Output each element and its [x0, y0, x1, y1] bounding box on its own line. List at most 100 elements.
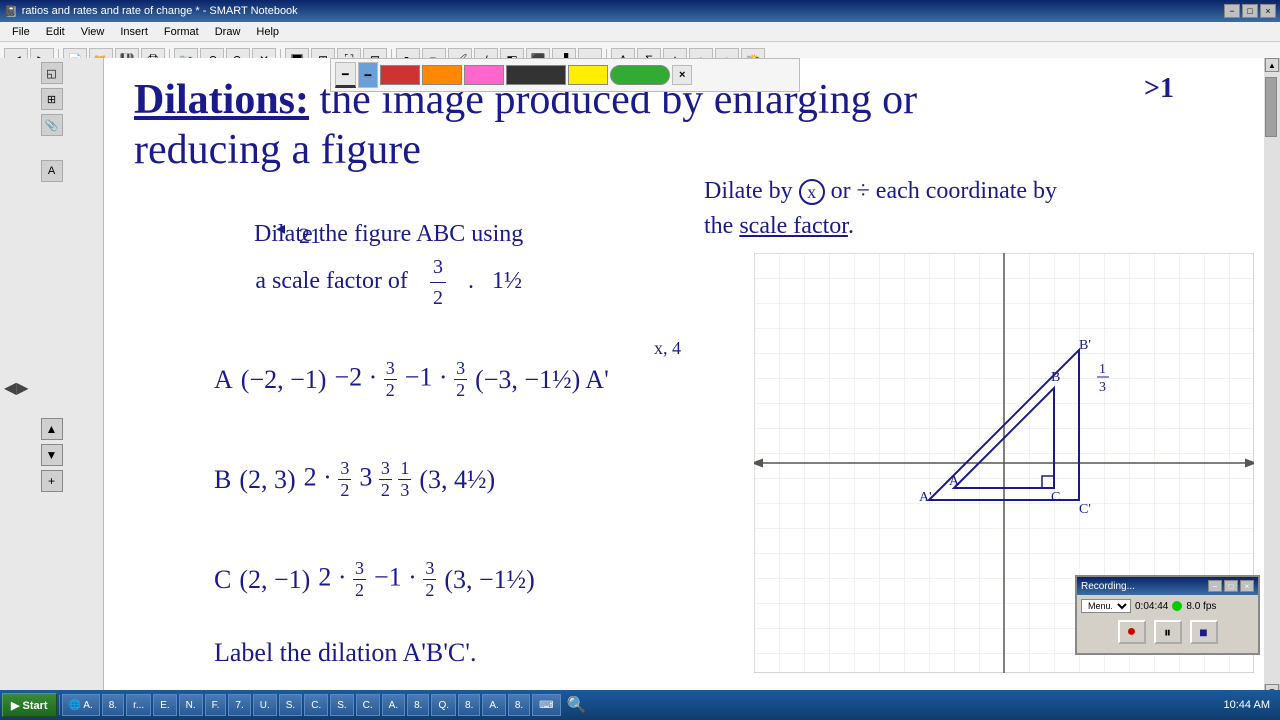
menu-insert[interactable]: Insert [112, 24, 156, 40]
recording-info-row: Menu... 0:04:44 8.0 fps [1081, 599, 1254, 613]
pen-color-orange[interactable] [422, 65, 462, 85]
taskbar-item-18[interactable]: 8. [508, 694, 530, 716]
taskbar-item-10[interactable]: C. [304, 694, 328, 716]
menu-file[interactable]: File [4, 24, 38, 40]
frac-B1: 3 2 [338, 458, 351, 501]
close-button[interactable]: × [1260, 4, 1276, 18]
fraction-denominator: 2 [430, 283, 446, 313]
recording-stop-button[interactable]: ■ [1190, 620, 1218, 644]
svg-text:3: 3 [1099, 380, 1106, 395]
point-C-label: C [214, 565, 231, 595]
fraction-3-2: 3 2 [430, 252, 446, 313]
svg-text:C: C [1051, 490, 1060, 505]
titlebar-title: 📓 ratios and rates and rate of change * … [4, 5, 298, 18]
recording-minimize[interactable]: − [1208, 580, 1222, 592]
recording-body: Menu... 0:04:44 8.0 fps ● ⏸ ■ [1077, 595, 1258, 648]
titlebar: 📓 ratios and rates and rate of change * … [0, 0, 1280, 22]
taskbar-item-17[interactable]: A. [482, 694, 505, 716]
recording-pause-button[interactable]: ⏸ [1154, 620, 1182, 644]
pen-style-1[interactable]: ━ [335, 62, 356, 88]
taskbar-item-3[interactable]: r... [126, 694, 151, 716]
taskbar-item-16[interactable]: 8. [458, 694, 480, 716]
taskbar-time: 10:44 AM [1216, 699, 1278, 711]
svg-text:C': C' [1079, 502, 1091, 517]
taskbar-item-8[interactable]: U. [253, 694, 277, 716]
pen-color-yellow[interactable] [568, 65, 608, 85]
left-sidebar: ◱ ⊞ 📎 A ▲ ▼ + ◀▶ [0, 58, 104, 698]
taskbar-item-9[interactable]: S. [279, 694, 302, 716]
label-instruction: Label the dilation A'B'C'. [214, 638, 476, 668]
sidebar-btn-3[interactable]: 📎 [41, 114, 63, 136]
sidebar-btn-2[interactable]: ⊞ [41, 88, 63, 110]
dilate-rule-line1: Dilate by x or ÷ each coordinate by [704, 178, 1057, 205]
point-A-result: (−3, −1½) A' [475, 365, 609, 395]
recording-title: Recording... [1081, 581, 1135, 592]
dilations-label: Dilations: [134, 77, 309, 123]
taskbar-search-icon[interactable]: 🔍 [567, 695, 587, 715]
taskbar-item-1[interactable]: 🌐 A. [62, 694, 100, 716]
sidebar-btn-1[interactable]: ◱ [41, 62, 63, 84]
taskbar-item-keyboard[interactable]: ⌨ [532, 694, 560, 716]
svg-text:A: A [949, 474, 960, 489]
pen-style-2[interactable]: ━ [358, 62, 379, 88]
point-B-row: B (2, 3) 2 · 3 2 3 3 2 1 3 [214, 458, 495, 501]
maximize-button[interactable]: □ [1242, 4, 1258, 18]
frac-A2: 3 2 [454, 358, 467, 401]
menu-edit[interactable]: Edit [38, 24, 73, 40]
page-down-arrow[interactable]: ▼ [41, 444, 63, 466]
point-C-row: C (2, −1) 2 · 3 2 −1 · 3 2 (3, −1½) [214, 558, 535, 601]
taskbar-item-12[interactable]: C. [356, 694, 380, 716]
pen-color-darkpen[interactable] [506, 65, 566, 85]
recording-status-dot [1172, 601, 1182, 611]
pen-color-red[interactable] [380, 65, 420, 85]
scroll-up-arrow[interactable]: ▲ [1265, 58, 1279, 72]
scroll-thumb[interactable] [1265, 77, 1277, 137]
taskbar-item-13[interactable]: A. [382, 694, 405, 716]
x-circle: x [799, 179, 825, 205]
frac-A1: 3 2 [384, 358, 397, 401]
taskbar-item-7[interactable]: 7. [228, 694, 250, 716]
frac-B2: 3 2 [379, 458, 392, 501]
recording-playback-controls: ● ⏸ ■ [1081, 620, 1254, 644]
pen-color-pink[interactable] [464, 65, 504, 85]
point-A-calc2: −1 · 3 2 [405, 358, 467, 401]
recording-close[interactable]: × [1240, 580, 1254, 592]
taskbar-item-14[interactable]: 8. [407, 694, 429, 716]
menubar: File Edit View Insert Format Draw Help [0, 22, 1280, 42]
taskbar-item-2[interactable]: 8. [102, 694, 124, 716]
pen-color-green[interactable] [610, 65, 670, 85]
recording-restore[interactable]: □ [1224, 580, 1238, 592]
menu-help[interactable]: Help [248, 24, 287, 40]
menu-draw[interactable]: Draw [207, 24, 249, 40]
taskbar-item-4[interactable]: E. [153, 694, 176, 716]
app-icon: 📓 [4, 5, 18, 18]
recording-panel: Recording... − □ × Menu... 0:04:44 8.0 f… [1075, 575, 1260, 655]
pen-toolbar-close[interactable]: × [672, 65, 692, 85]
menu-view[interactable]: View [73, 24, 113, 40]
taskbar-item-5[interactable]: N. [179, 694, 203, 716]
point-B-coords: (2, 3) [239, 465, 295, 495]
recording-menu-dropdown[interactable]: Menu... [1081, 599, 1131, 613]
recording-record-button[interactable]: ● [1118, 620, 1146, 644]
gt1-mark: >1 [1144, 73, 1174, 105]
minimize-button[interactable]: − [1224, 4, 1240, 18]
point-C-result: (3, −1½) [444, 565, 534, 595]
taskbar-item-11[interactable]: S. [330, 694, 353, 716]
point-C-coords: (2, −1) [239, 565, 310, 595]
page-add-arrow[interactable]: + [41, 470, 63, 492]
scale-factor-text: scale factor [739, 213, 848, 239]
problem-text: Dilate the figure ABC using a scale fact… [254, 216, 523, 313]
taskbar-item-6[interactable]: F. [205, 694, 227, 716]
point-B-calc2: 3 3 2 1 3 [359, 458, 411, 501]
fraction-numerator: 3 [430, 252, 446, 283]
taskbar-item-15[interactable]: Q. [431, 694, 456, 716]
recording-timer: 0:04:44 [1135, 601, 1168, 612]
point-C-calc2: −1 · 3 2 [374, 558, 436, 601]
start-button[interactable]: ▶ Start [2, 693, 57, 717]
sidebar-btn-4[interactable]: A [41, 160, 63, 182]
title-line2: reducing a figure [134, 126, 421, 174]
page-up-arrow[interactable]: ▲ [41, 418, 63, 440]
point-C-calc1: 2 · 3 2 [318, 558, 366, 601]
frac-B3: 1 3 [398, 458, 411, 501]
menu-format[interactable]: Format [156, 24, 207, 40]
